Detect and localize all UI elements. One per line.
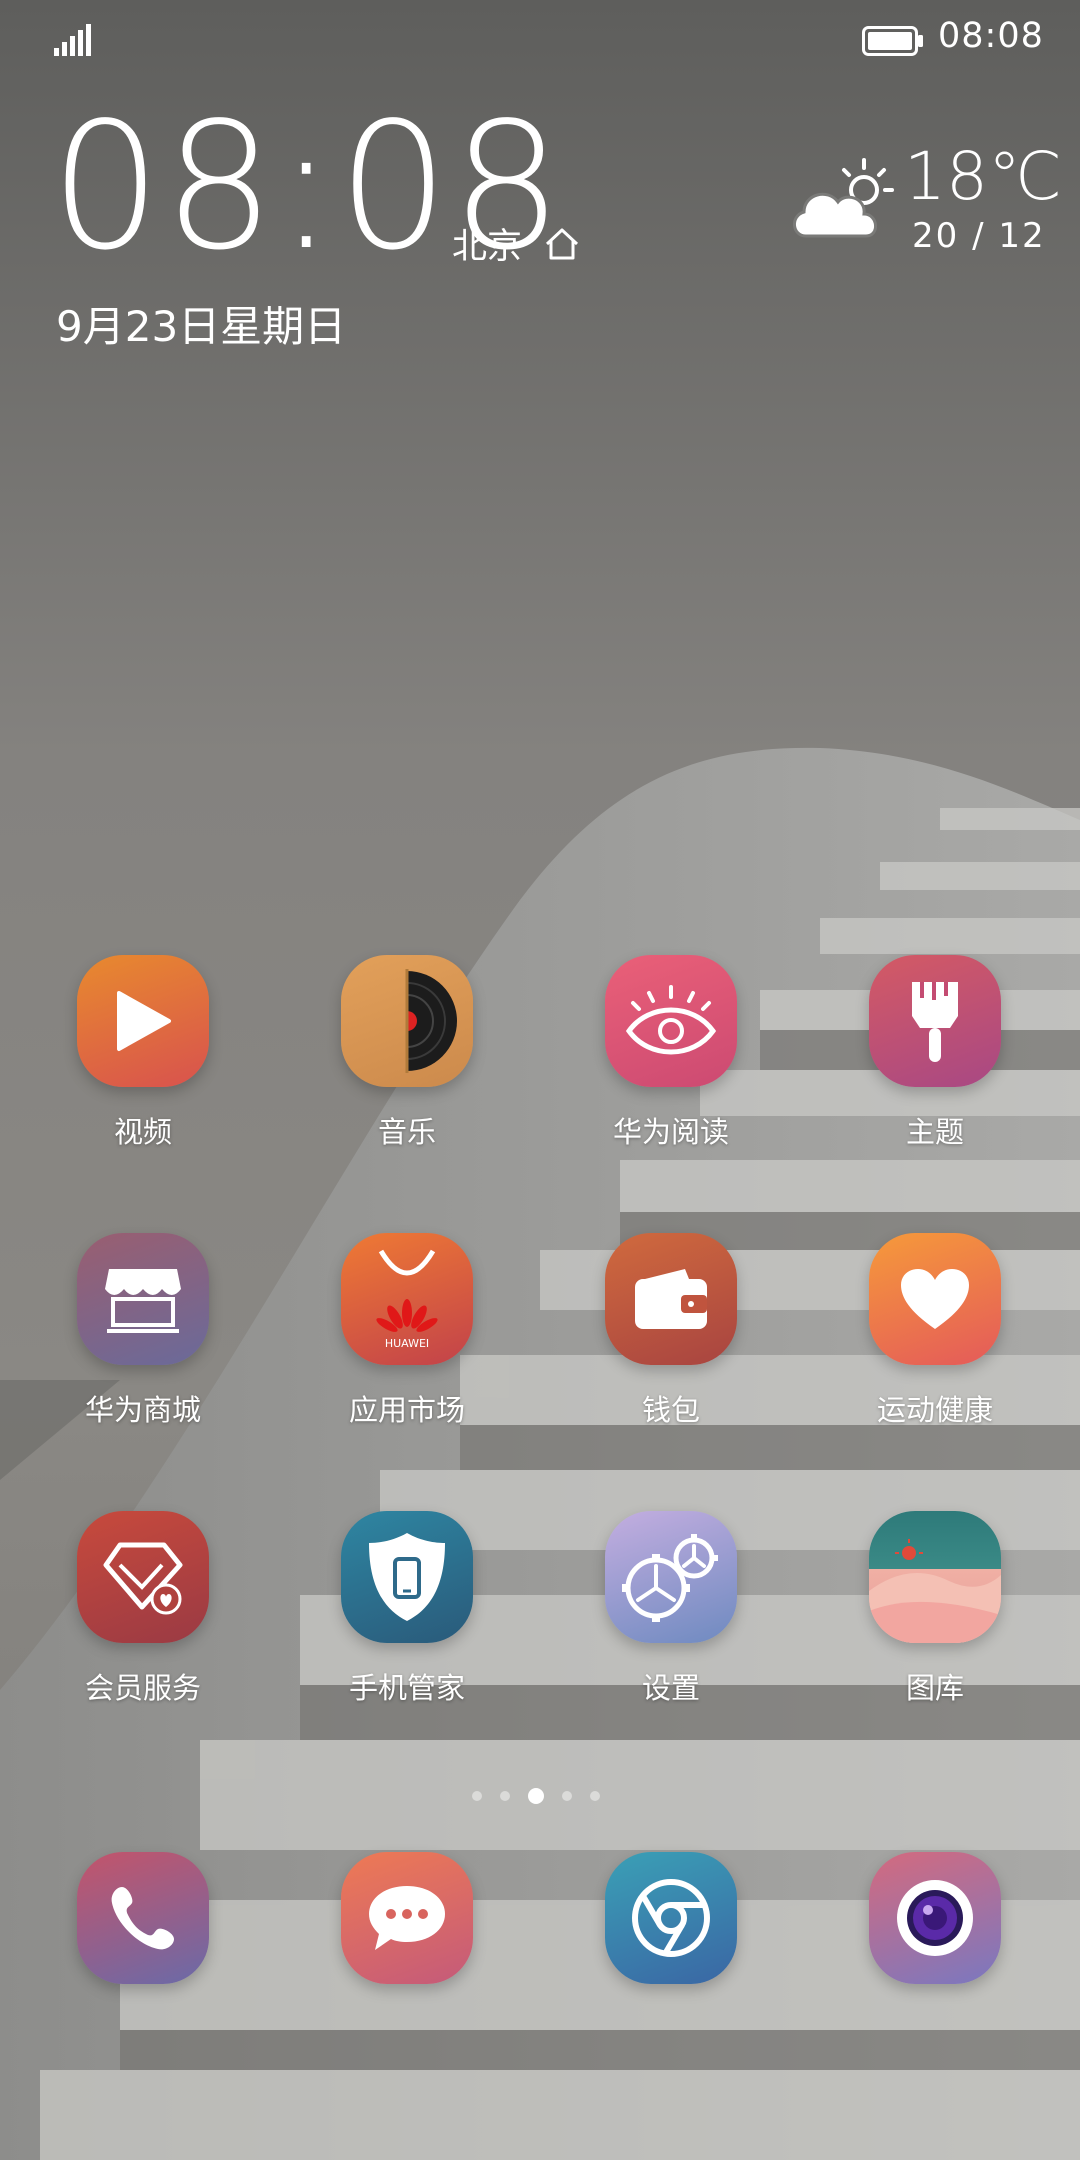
app-wallet[interactable]: 钱包 — [561, 1233, 781, 1429]
dock-phone[interactable] — [33, 1852, 253, 1984]
status-bar: 08:08 — [0, 0, 1080, 80]
app-health[interactable]: 运动健康 — [825, 1233, 1045, 1429]
paintbrush-icon — [869, 955, 1001, 1087]
shield-phone-icon — [341, 1511, 473, 1643]
app-label: 设置 — [641, 1671, 700, 1705]
app-label: 音乐 — [377, 1115, 436, 1149]
page-dot[interactable] — [472, 1791, 482, 1801]
browser-icon — [605, 1852, 737, 1984]
page-dot[interactable] — [590, 1791, 600, 1801]
eye-icon — [605, 955, 737, 1087]
partly-cloudy-icon[interactable] — [788, 154, 900, 244]
home-icon — [545, 228, 579, 259]
status-time: 08:08 — [938, 16, 1044, 56]
app-phone-manager[interactable]: 手机管家 — [297, 1511, 517, 1707]
page-dot[interactable] — [500, 1791, 510, 1801]
app-label: 钱包 — [641, 1393, 700, 1427]
app-video[interactable]: 视频 — [33, 955, 253, 1151]
app-app-market[interactable]: HUAWEI 应用市场 — [297, 1233, 517, 1429]
app-label: 图库 — [905, 1671, 964, 1705]
weather-temperature[interactable]: 18℃ — [904, 138, 1062, 215]
app-label: 视频 — [113, 1115, 172, 1149]
heart-icon — [869, 1233, 1001, 1365]
app-huawei-reader[interactable]: 华为阅读 — [561, 955, 781, 1151]
diamond-icon — [77, 1511, 209, 1643]
app-music[interactable]: 音乐 — [297, 955, 517, 1151]
app-label: 主题 — [905, 1115, 964, 1149]
page-dot-active[interactable] — [528, 1788, 544, 1804]
weather-range: 20 / 12 — [912, 216, 1046, 256]
store-icon — [77, 1233, 209, 1365]
page-dot[interactable] — [562, 1791, 572, 1801]
dock-messages[interactable] — [297, 1852, 517, 1984]
app-vip-service[interactable]: 会员服务 — [33, 1511, 253, 1707]
gears-icon — [605, 1511, 737, 1643]
app-label: 运动健康 — [876, 1393, 993, 1427]
app-label: 应用市场 — [348, 1393, 465, 1427]
app-label: 华为商城 — [84, 1393, 201, 1427]
app-themes[interactable]: 主题 — [825, 955, 1045, 1151]
app-gallery[interactable]: 图库 — [825, 1511, 1045, 1707]
app-label: 会员服务 — [84, 1671, 201, 1705]
huawei-badge-text: HUAWEI — [385, 1337, 429, 1350]
phone-icon — [77, 1852, 209, 1984]
camera-icon — [869, 1852, 1001, 1984]
play-icon — [77, 955, 209, 1087]
landscape-icon — [869, 1511, 1001, 1643]
page-indicator[interactable] — [472, 1788, 600, 1804]
dock-browser[interactable] — [561, 1852, 781, 1984]
app-label: 华为阅读 — [612, 1115, 729, 1149]
clock-location[interactable]: 北京 — [452, 218, 580, 269]
app-label: 手机管家 — [348, 1671, 465, 1705]
clock-date[interactable]: 9月23日星期日 — [56, 293, 346, 354]
dock-camera[interactable] — [825, 1852, 1045, 1984]
clock-city: 北京 — [452, 227, 523, 267]
app-settings[interactable]: 设置 — [561, 1511, 781, 1707]
app-huawei-store[interactable]: 华为商城 — [33, 1233, 253, 1429]
message-bubble-icon — [341, 1852, 473, 1984]
battery-icon — [862, 26, 923, 56]
signal-icon — [54, 24, 91, 56]
vinyl-icon — [341, 955, 473, 1087]
wallet-icon — [605, 1233, 737, 1365]
shopping-bag-icon: HUAWEI — [341, 1233, 473, 1365]
